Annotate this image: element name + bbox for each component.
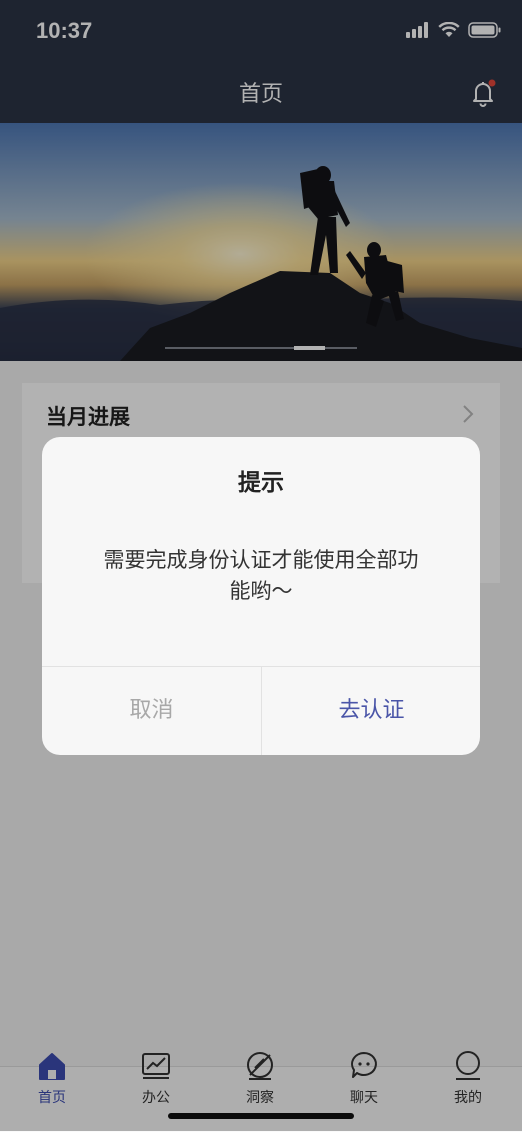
dialog-message: 需要完成身份认证才能使用全部功能哟～ <box>103 548 419 603</box>
cancel-button[interactable]: 取消 <box>42 666 261 755</box>
verify-identity-button[interactable]: 去认证 <box>262 666 480 755</box>
dialog-title: 提示 <box>238 470 284 496</box>
verification-dialog: 提示 需要完成身份认证才能使用全部功能哟～ 取消 去认证 <box>42 437 480 755</box>
